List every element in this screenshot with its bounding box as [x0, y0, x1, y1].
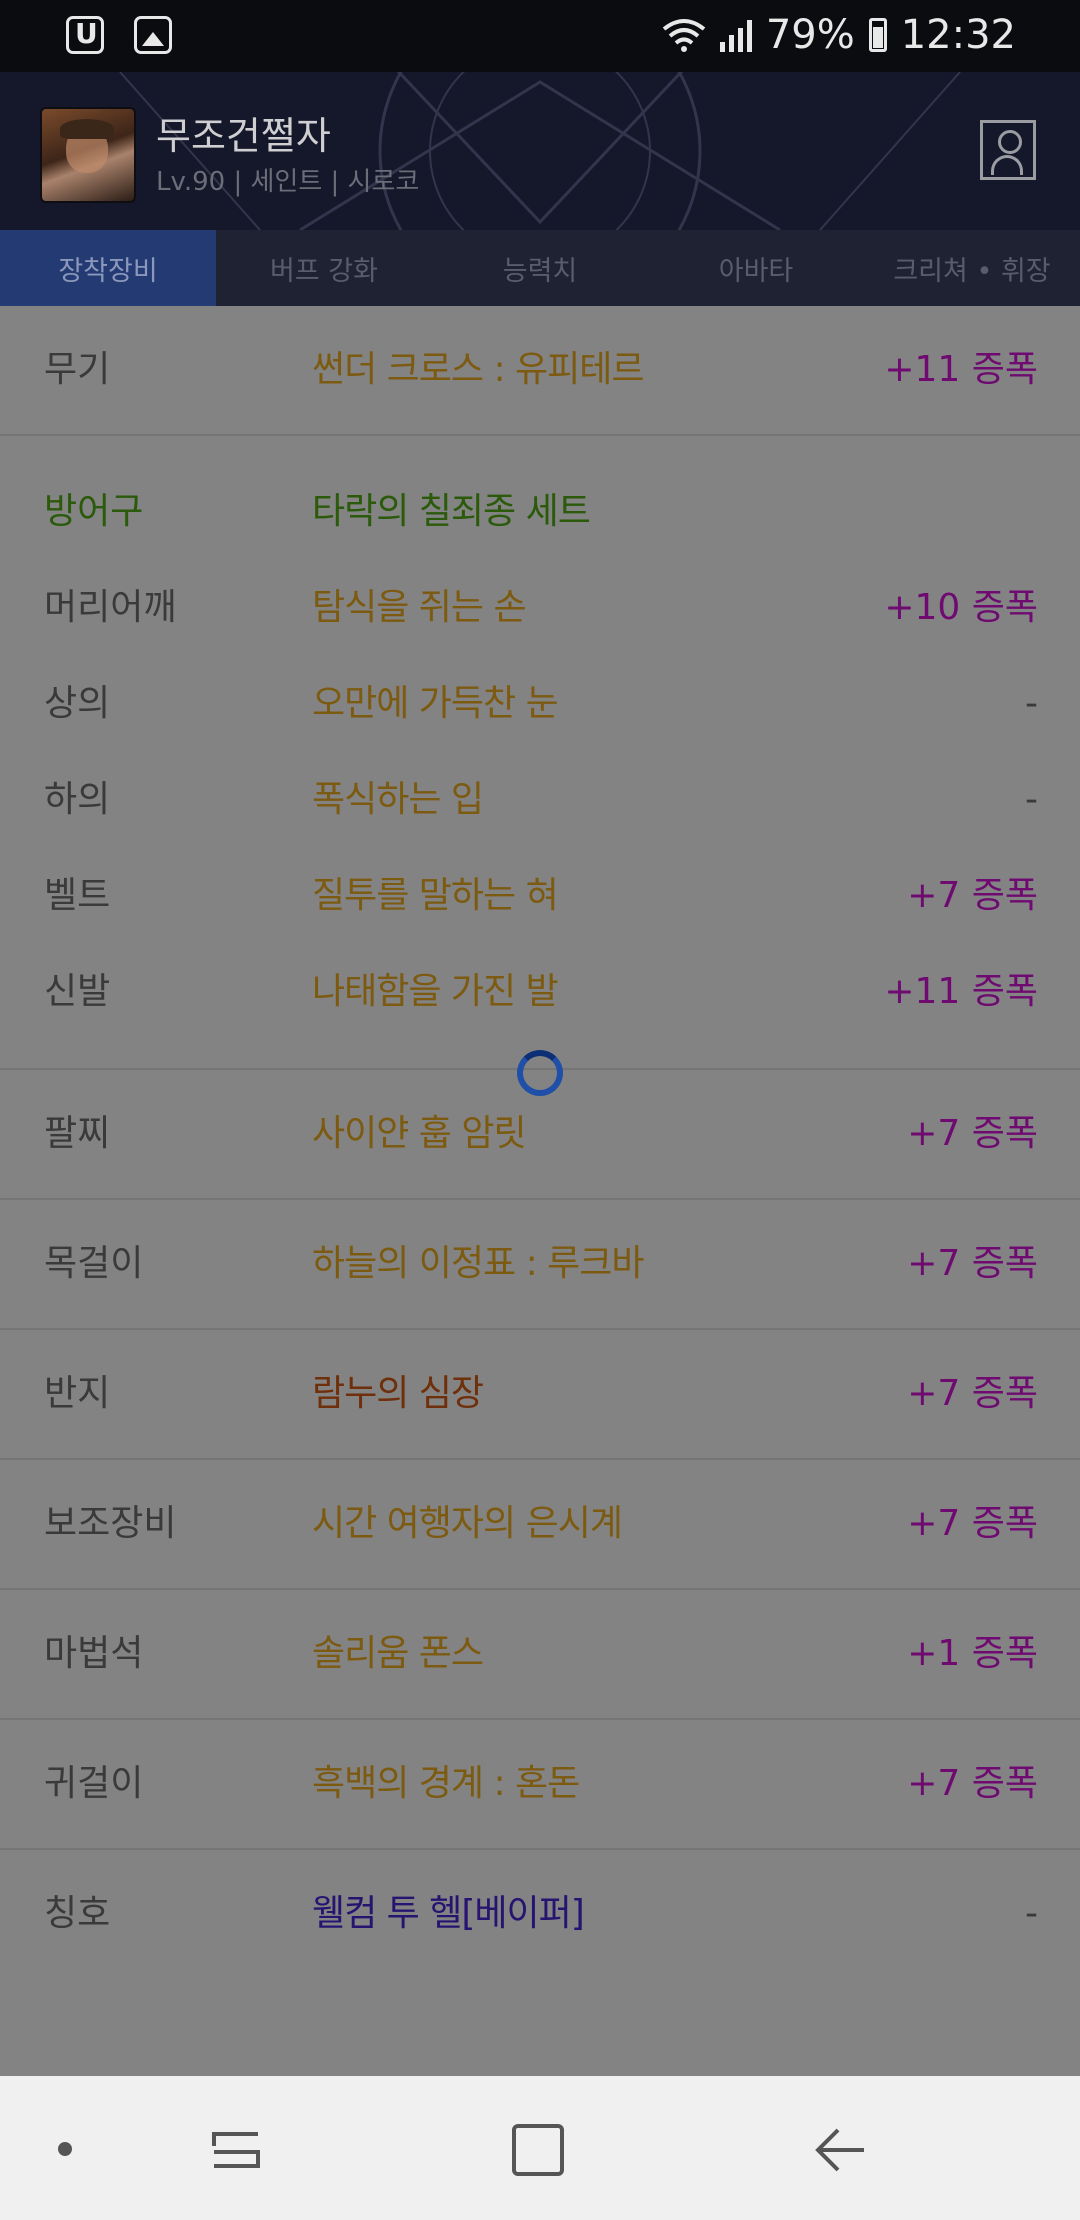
- amplify-level: +7 증폭: [907, 1373, 1038, 1414]
- slot-label: 무기: [44, 349, 111, 390]
- item-name: 질투를 말하는 혀: [312, 875, 559, 916]
- equipment-row-weapon[interactable]: 무기 썬더 크로스 : 유피테르 +11 증폭: [0, 306, 1080, 434]
- tab-creature-emblem[interactable]: 크리쳐 • 휘장: [864, 230, 1080, 306]
- equipment-list: 무기 썬더 크로스 : 유피테르 +11 증폭 방어구 타락의 칠죄종 세트 머…: [0, 306, 1080, 1978]
- equipment-row-belt[interactable]: 벨트 질투를 말하는 혀 +7 증폭: [0, 848, 1080, 944]
- slot-label: 하의: [44, 779, 111, 820]
- loading-spinner-icon: [517, 1050, 563, 1096]
- back-icon[interactable]: [812, 2124, 868, 2176]
- slot-label: 방어구: [44, 491, 144, 532]
- tab-buff-enhance[interactable]: 버프 강화: [216, 230, 432, 306]
- slot-label: 상의: [44, 683, 111, 724]
- equipment-row-bottom[interactable]: 하의 폭식하는 입 -: [0, 752, 1080, 848]
- item-name: 솔리움 폰스: [312, 1633, 484, 1674]
- signal-icon: [719, 18, 752, 52]
- amplify-level: -: [1025, 683, 1038, 724]
- clock: 12:32: [900, 12, 1016, 58]
- gallery-icon: [134, 16, 172, 54]
- item-name: 웰컴 투 헬[베이퍼]: [312, 1893, 585, 1934]
- recent-apps-icon[interactable]: [210, 2126, 262, 2172]
- slot-label: 머리어깨: [44, 587, 177, 628]
- equipment-row-head-shoulder[interactable]: 머리어깨 탐식을 쥐는 손 +10 증폭: [0, 560, 1080, 656]
- equipment-row-magic-stone[interactable]: 마법석 솔리움 폰스 +1 증폭: [0, 1590, 1080, 1718]
- amplify-level: -: [1025, 1893, 1038, 1934]
- equipment-row-top[interactable]: 상의 오만에 가득찬 눈 -: [0, 656, 1080, 752]
- item-name: 탐식을 쥐는 손: [312, 587, 527, 628]
- armor-set-row[interactable]: 방어구 타락의 칠죄종 세트: [0, 464, 1080, 560]
- equipment-row-support[interactable]: 보조장비 시간 여행자의 은시계 +7 증폭: [0, 1460, 1080, 1588]
- amplify-level: +7 증폭: [907, 1763, 1038, 1804]
- armor-set-name: 타락의 칠죄종 세트: [312, 491, 591, 532]
- slot-label: 칭호: [44, 1893, 111, 1934]
- profile-icon[interactable]: [980, 120, 1036, 180]
- amplify-level: +7 증폭: [907, 1113, 1038, 1154]
- tab-stats[interactable]: 능력치: [432, 230, 648, 306]
- item-name: 썬더 크로스 : 유피테르: [312, 349, 645, 390]
- equipment-row-necklace[interactable]: 목걸이 하늘의 이정표 : 루크바 +7 증폭: [0, 1200, 1080, 1328]
- dot-icon[interactable]: [58, 2142, 72, 2156]
- amplify-level: +1 증폭: [907, 1633, 1038, 1674]
- amplify-level: +11 증폭: [884, 971, 1038, 1012]
- item-name: 오만에 가득찬 눈: [312, 683, 559, 724]
- slot-label: 신발: [44, 971, 111, 1012]
- amplify-level: +10 증폭: [884, 587, 1038, 628]
- slot-label: 마법석: [44, 1633, 144, 1674]
- tab-equipment[interactable]: 장착장비: [0, 230, 216, 306]
- equipment-row-earring[interactable]: 귀걸이 흑백의 경계 : 혼돈 +7 증폭: [0, 1720, 1080, 1848]
- slot-label: 귀걸이: [44, 1763, 144, 1804]
- slot-label: 목걸이: [44, 1243, 144, 1284]
- amplify-level: +7 증폭: [907, 1243, 1038, 1284]
- slot-label: 팔찌: [44, 1113, 111, 1154]
- amplify-level: +11 증폭: [884, 349, 1038, 390]
- tab-bar: 장착장비 버프 강화 능력치 아바타 크리쳐 • 휘장: [0, 230, 1080, 306]
- equipment-row-shoes[interactable]: 신발 나태함을 가진 발 +11 증폭: [0, 944, 1080, 1040]
- wifi-icon: [662, 19, 706, 52]
- amplify-level: -: [1025, 779, 1038, 820]
- battery-percent: 79%: [765, 12, 855, 58]
- item-name: 하늘의 이정표 : 루크바: [312, 1243, 645, 1284]
- character-avatar[interactable]: [42, 109, 134, 201]
- character-header: 무조건쩔자 Lv.90 | 세인트 | 시로코: [0, 72, 1080, 230]
- slot-label: 보조장비: [44, 1503, 177, 1544]
- amplify-level: +7 증폭: [907, 1503, 1038, 1544]
- item-name: 람누의 심장: [312, 1373, 484, 1414]
- item-name: 폭식하는 입: [312, 779, 484, 820]
- item-name: 사이얀 훕 암릿: [312, 1113, 527, 1154]
- tab-avatar[interactable]: 아바타: [648, 230, 864, 306]
- item-name: 흑백의 경계 : 혼돈: [312, 1763, 580, 1804]
- slot-label: 반지: [44, 1373, 111, 1414]
- equipment-row-ring[interactable]: 반지 람누의 심장 +7 증폭: [0, 1330, 1080, 1458]
- amplify-level: +7 증폭: [907, 875, 1038, 916]
- slot-label: 벨트: [44, 875, 111, 916]
- equipment-row-title[interactable]: 칭호 웰컴 투 헬[베이퍼] -: [0, 1850, 1080, 1978]
- character-meta: Lv.90 | 세인트 | 시로코: [156, 167, 420, 197]
- status-bar: 79% 12:32: [0, 0, 1080, 72]
- character-name: 무조건쩔자: [156, 114, 331, 158]
- item-name: 나태함을 가진 발: [312, 971, 559, 1012]
- battery-icon: [868, 18, 887, 52]
- u-plus-app-icon: [66, 16, 104, 54]
- item-name: 시간 여행자의 은시계: [312, 1503, 623, 1544]
- home-icon[interactable]: [512, 2124, 564, 2176]
- system-nav-bar: [0, 2076, 1080, 2220]
- armor-group: 방어구 타락의 칠죄종 세트 머리어깨 탐식을 쥐는 손 +10 증폭 상의 오…: [0, 436, 1080, 1068]
